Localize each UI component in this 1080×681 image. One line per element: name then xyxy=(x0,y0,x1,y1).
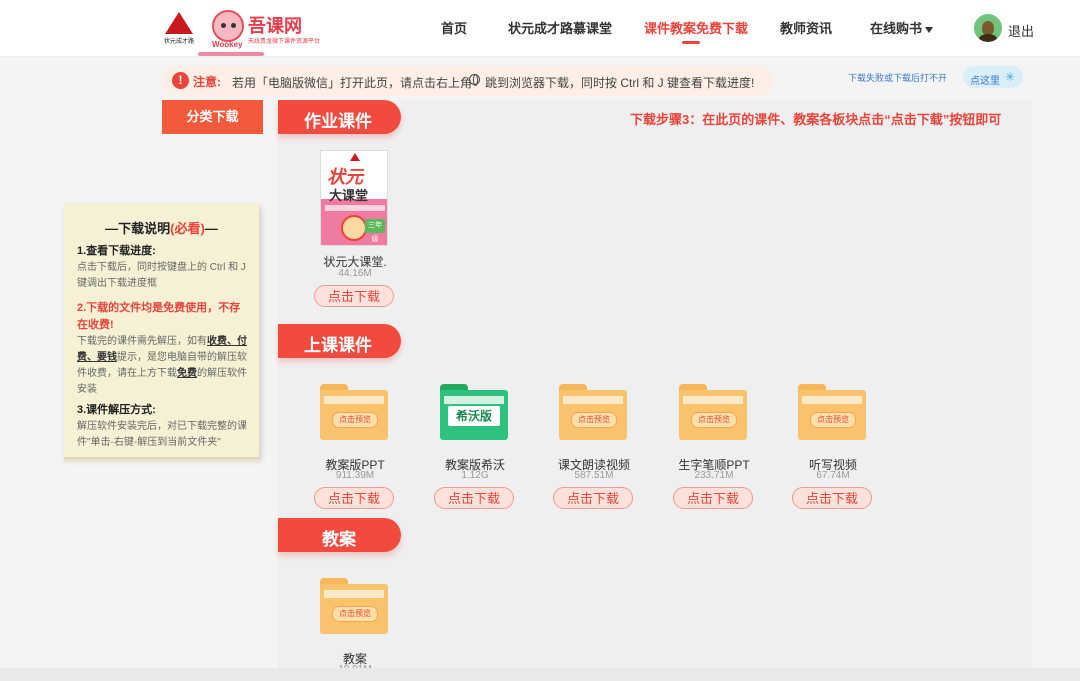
seewo-folder-icon[interactable]: 希沃版 xyxy=(440,384,508,440)
nav-free-download[interactable]: 课件教案免费下载 xyxy=(644,18,748,44)
section-homework-title: 作业课件 xyxy=(304,112,372,131)
top-navbar: 状元成才路 吾课网 天线贵龙微下课件资源平台 Wookey 首页 状元成才路慕课… xyxy=(0,0,1080,57)
preview-badge: 点击预览 xyxy=(332,412,378,428)
book-cover-image[interactable]: 状元 大课堂 三年级 xyxy=(320,150,388,246)
instruction-3: 3.课件解压方式: 解压软件安装完后，对已下载完整的课件"单击-右键-解压到当前… xyxy=(77,402,249,451)
nav-home[interactable]: 首页 xyxy=(441,18,467,37)
warning-icon: ! xyxy=(172,72,189,89)
nav-teacher-news[interactable]: 教师资讯 xyxy=(780,18,832,37)
cover-title-2: 大课堂 xyxy=(329,188,369,203)
instruction-3-text: 解压软件安装完后，对已下载完整的课件"单击-右键-解压到当前文件夹" xyxy=(77,421,247,448)
nav-buy-books[interactable]: 在线购书 xyxy=(870,18,934,37)
instruction-2-title: 2.下载的文件均是免费使用，不存在收费! xyxy=(77,302,241,331)
section-lesson-title: 教案 xyxy=(322,530,356,549)
logout-link[interactable]: 退出 xyxy=(1008,21,1034,40)
preview-badge: 点击预览 xyxy=(332,606,378,622)
notice-message-2: 跳到浏览器下载，同时按 Ctrl 和 J 键查看下载进度! xyxy=(485,76,755,90)
item-size: 67.74M xyxy=(816,470,850,481)
download-button[interactable]: 点击下载 xyxy=(434,487,514,509)
instruction-2: 2.下载的文件均是免费使用，不存在收费! 下载完的课件需先解压，如有收费、付费、… xyxy=(77,300,249,398)
preview-badge: 点击预览 xyxy=(810,412,856,428)
download-button[interactable]: 点击下载 xyxy=(792,487,872,509)
folder-icon[interactable]: 点击预览 xyxy=(559,384,627,440)
section-class-title: 上课课件 xyxy=(304,336,372,355)
folder-icon[interactable]: 点击预览 xyxy=(798,384,866,440)
help-here-label: 点这里 xyxy=(970,76,1000,87)
notice-title: 注意: xyxy=(193,75,221,89)
preview-badge: 点击预览 xyxy=(691,412,737,428)
download-button[interactable]: 点击下载 xyxy=(314,487,394,509)
fail-hint: 下载失败或下载后打不开 xyxy=(848,73,948,83)
download-step-hint: 下载步骤3：在此页的课件、教案各板块点击“点击下载”按钮即可 xyxy=(630,112,1002,127)
notice-banner: ! 注意: 若用「电脑版微信」打开此页，请点击右上角 跳到浏览器下载，同时按 C… xyxy=(162,66,774,96)
item-size: 1.12G xyxy=(461,470,489,481)
brand-underline xyxy=(198,52,264,56)
nav-mooc[interactable]: 状元成才路慕课堂 xyxy=(508,18,612,37)
folder-icon[interactable]: 点击预览 xyxy=(320,384,388,440)
instruction-1-title: 1.查看下载进度: xyxy=(77,245,156,257)
download-instructions: —下载说明(必看)— 1.查看下载进度: 点击下载后，同时按键盘上的 Ctrl … xyxy=(64,203,259,465)
caret-down-icon xyxy=(925,26,934,33)
cover-grade: 三年级 xyxy=(365,219,385,243)
instruction-2-text-a: 下载完的课件需先解压，如有 xyxy=(77,336,207,347)
click-sparkle-icon: ✳ xyxy=(1005,70,1016,84)
instruction-3-title: 3.课件解压方式: xyxy=(77,404,156,416)
instruction-1-text: 点击下载后，同时按键盘上的 Ctrl 和 J 键调出下载进度框 xyxy=(77,262,246,289)
category-download-button[interactable]: 分类下载 xyxy=(162,100,263,134)
folder-icon[interactable]: 点击预览 xyxy=(320,578,388,634)
folder-icon[interactable]: 点击预览 xyxy=(679,384,747,440)
seewo-label: 希沃版 xyxy=(448,406,500,426)
instructions-title: —下载说明(必看)— xyxy=(64,218,259,237)
nav-buy-books-label: 在线购书 xyxy=(870,21,923,36)
instruction-1: 1.查看下载进度: 点击下载后，同时按键盘上的 Ctrl 和 J 键调出下载进度… xyxy=(77,243,249,292)
item-size: 233.71M xyxy=(694,470,734,481)
brand-slogan: 天线贵龙微下课件资源平台 xyxy=(248,39,321,45)
logo-text: 状元成才路 xyxy=(163,39,194,45)
item-size: 44.16M xyxy=(338,268,372,279)
download-button[interactable]: 点击下载 xyxy=(314,285,394,307)
notice-message: 若用「电脑版微信」打开此页，请点击右上角 xyxy=(232,76,473,90)
cover-mascot-icon xyxy=(341,215,367,241)
section-homework-header: 作业课件 xyxy=(278,100,401,134)
brand-logo[interactable]: 吾课网 天线贵龙微下课件资源平台 Wookey xyxy=(212,10,342,50)
main-content-panel xyxy=(278,100,1032,668)
globe-icon xyxy=(469,74,480,86)
cover-logo-icon xyxy=(350,153,360,161)
instructions-title-prefix: —下载说明 xyxy=(105,221,171,236)
download-button[interactable]: 点击下载 xyxy=(553,487,633,509)
avatar[interactable] xyxy=(974,14,1002,42)
brand-name: 吾课网 xyxy=(248,16,302,36)
bottom-bar xyxy=(0,668,1080,681)
mascot-icon xyxy=(212,10,244,42)
instructions-must-read: (必看) xyxy=(170,221,205,236)
instruction-2-free-word: 免费 xyxy=(177,368,197,379)
preview-badge: 点击预览 xyxy=(571,412,617,428)
brand-en: Wookey xyxy=(212,40,243,49)
section-class-header: 上课课件 xyxy=(278,324,401,358)
item-size: 587.51M xyxy=(574,470,614,481)
logo-triangle-icon xyxy=(165,12,193,34)
section-lesson-header: 教案 xyxy=(278,518,401,552)
instructions-title-suffix: — xyxy=(204,221,218,236)
school-logo[interactable]: 状元成才路 xyxy=(162,12,196,46)
download-button[interactable]: 点击下载 xyxy=(673,487,753,509)
item-size: 911.39M xyxy=(335,470,375,481)
help-here-button[interactable]: 点这里 ✳ xyxy=(963,66,1023,88)
